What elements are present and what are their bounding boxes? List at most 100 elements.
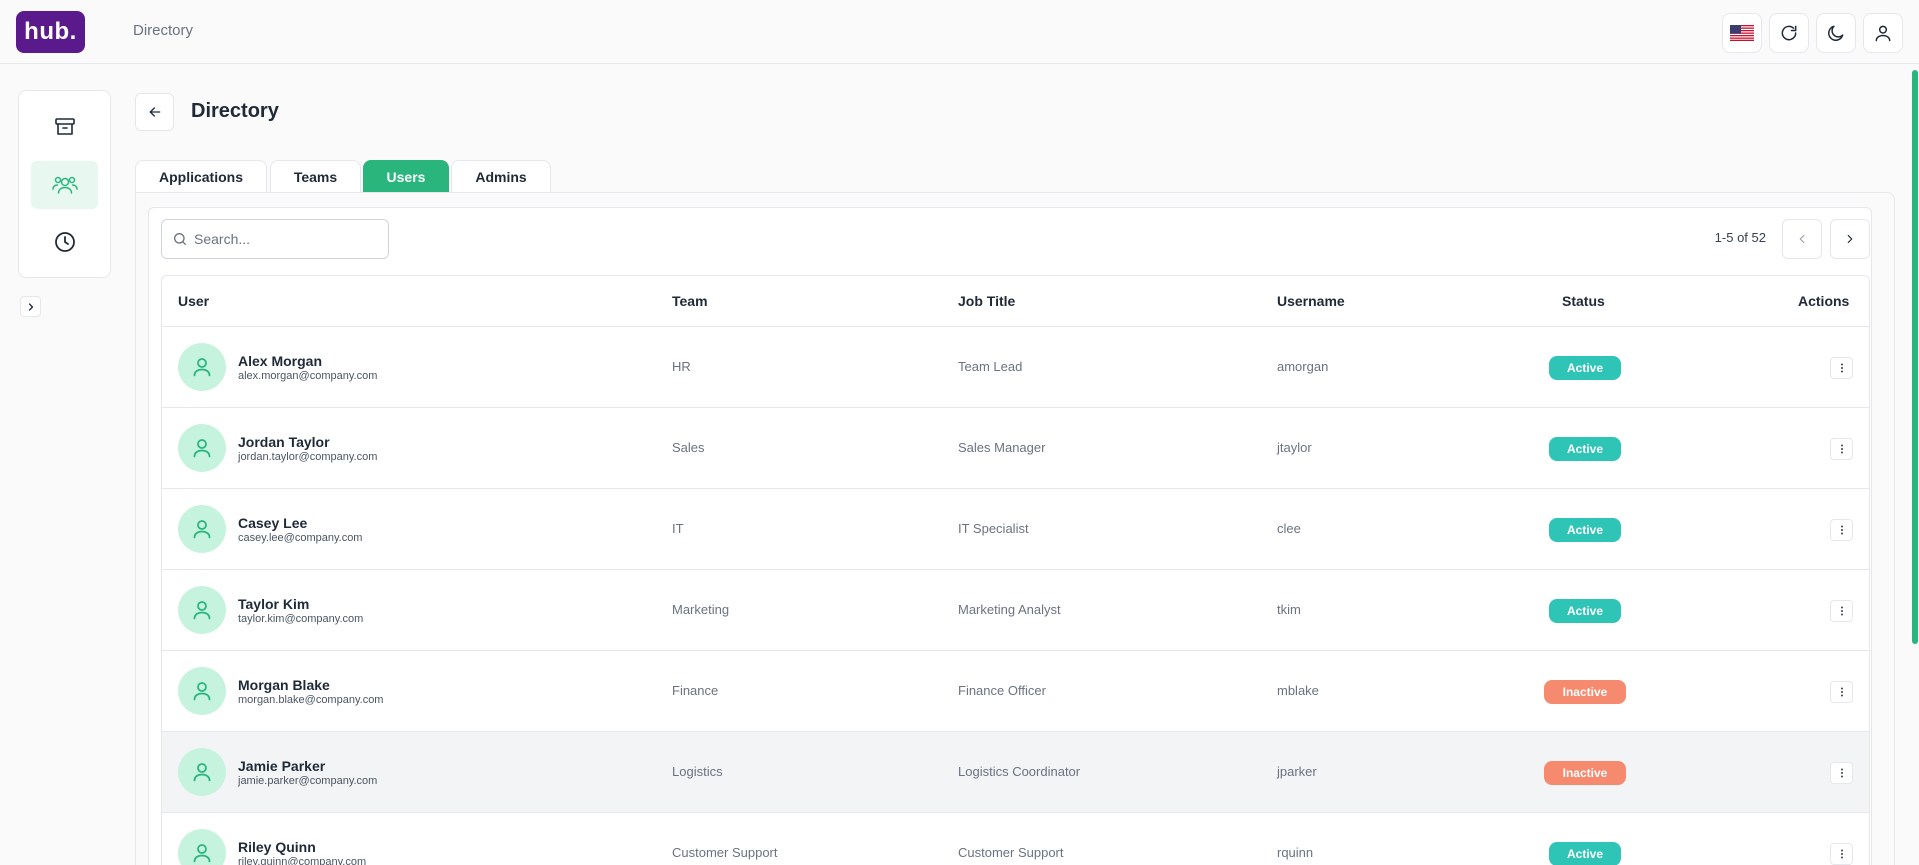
tab-teams[interactable]: Teams — [270, 160, 361, 193]
users-table: User Team Job Title Username Status Acti… — [161, 275, 1870, 865]
arrow-left-icon — [149, 107, 160, 117]
status-badge: Active — [1549, 356, 1621, 380]
user-name: Riley Quinn — [238, 839, 316, 855]
pagination-label: 1-5 of 52 — [1714, 230, 1766, 245]
user-username: amorgan — [1277, 359, 1329, 374]
profile-button[interactable] — [1863, 13, 1903, 53]
user-email: riley.quinn@company.com — [238, 856, 367, 865]
avatar — [178, 586, 226, 634]
user-email: casey.lee@company.com — [238, 532, 363, 544]
refresh-button[interactable] — [1769, 13, 1809, 53]
user-job-title: Logistics Coordinator — [958, 764, 1081, 779]
column-header-username: Username — [1277, 293, 1345, 309]
scrollbar-thumb[interactable] — [1912, 70, 1918, 644]
user-name: Morgan Blake — [238, 677, 330, 693]
sidebar — [18, 90, 111, 278]
row-actions-button[interactable] — [1830, 843, 1853, 865]
user-team: Sales — [672, 440, 705, 455]
table-row[interactable]: Jamie Parker jamie.parker@company.com Logi… — [162, 732, 1869, 813]
row-actions-button[interactable] — [1830, 519, 1853, 541]
column-header-user: User — [178, 293, 210, 309]
row-actions-button[interactable] — [1830, 357, 1853, 379]
table-header: User Team Job Title Username Status Acti… — [162, 276, 1869, 327]
user-team: Marketing — [672, 602, 730, 617]
tab-applications[interactable]: Applications — [135, 160, 267, 193]
user-email: jordan.taylor@company.com — [238, 451, 378, 463]
user-team: IT — [672, 521, 684, 536]
top-bar: hub. Directory — [0, 0, 1919, 64]
row-actions-button[interactable] — [1830, 762, 1853, 784]
moon-icon — [1828, 25, 1844, 41]
user-name: Alex Morgan — [238, 353, 323, 369]
user-avatar-icon — [193, 844, 211, 863]
next-page-button[interactable] — [1830, 219, 1870, 259]
archive-icon — [54, 118, 75, 135]
user-username: jtaylor — [1277, 440, 1312, 455]
chevron-right-icon — [28, 302, 33, 311]
table-row[interactable]: Morgan Blake morgan.blake@company.com Fina… — [162, 651, 1869, 732]
user-avatar-icon — [193, 763, 211, 782]
tab-admins[interactable]: Admins — [451, 160, 551, 193]
table-row[interactable]: Casey Lee casey.lee@company.com IT IT Speci… — [162, 489, 1869, 570]
user-avatar-icon — [193, 601, 211, 620]
column-header-job-title: Job Title — [958, 293, 1016, 309]
tab-users[interactable]: Users — [363, 160, 449, 193]
user-job-title: Marketing Analyst — [958, 602, 1061, 617]
more-vertical-icon — [1840, 363, 1843, 373]
user-name: Jordan Taylor — [238, 434, 330, 450]
more-vertical-icon — [1840, 768, 1843, 778]
language-button[interactable] — [1722, 13, 1762, 53]
avatar — [178, 424, 226, 472]
row-actions-button[interactable] — [1830, 600, 1853, 622]
status-badge: Active — [1549, 599, 1621, 623]
user-email: jamie.parker@company.com — [238, 775, 378, 787]
user-team: Logistics — [672, 764, 723, 779]
back-button[interactable] — [135, 93, 174, 131]
page-scrollbar[interactable] — [1911, 64, 1919, 865]
user-avatar-icon — [193, 520, 211, 539]
user-team: Customer Support — [672, 845, 778, 860]
table-row[interactable]: Riley Quinn riley.quinn@company.com Custom… — [162, 813, 1869, 865]
user-username: jparker — [1277, 764, 1317, 779]
user-avatar-icon — [193, 439, 211, 458]
chevron-left-icon — [1799, 234, 1805, 244]
row-actions-button[interactable] — [1830, 438, 1853, 460]
user-avatar-icon — [193, 358, 211, 377]
status-badge: Inactive — [1544, 761, 1626, 785]
status-badge: Active — [1549, 842, 1621, 865]
clock-icon — [54, 232, 75, 252]
user-email: morgan.blake@company.com — [238, 694, 384, 706]
search-icon — [174, 233, 186, 245]
user-email: alex.morgan@company.com — [238, 370, 378, 382]
sidebar-item-users[interactable] — [31, 161, 98, 209]
table-row[interactable]: Taylor Kim taylor.kim@company.com Marketin… — [162, 570, 1869, 651]
user-avatar-icon — [193, 682, 211, 701]
more-vertical-icon — [1840, 606, 1843, 616]
row-actions-button[interactable] — [1830, 681, 1853, 703]
user-job-title: IT Specialist — [958, 521, 1029, 536]
avatar — [178, 667, 226, 715]
user-username: mblake — [1277, 683, 1319, 698]
avatar — [178, 748, 226, 796]
more-vertical-icon — [1840, 525, 1843, 535]
sidebar-item-history[interactable] — [31, 218, 98, 266]
table-row[interactable]: Alex Morgan alex.morgan@company.com HR Team… — [162, 327, 1869, 408]
user-email: taylor.kim@company.com — [238, 613, 364, 625]
page-title: Directory — [191, 100, 279, 122]
theme-toggle-button[interactable] — [1816, 13, 1856, 53]
user-username: clee — [1277, 521, 1301, 536]
user-name: Jamie Parker — [238, 758, 326, 774]
users-icon — [51, 176, 78, 194]
chevron-right-icon — [1847, 234, 1853, 244]
table-row[interactable]: Jordan Taylor jordan.taylor@company.com Sa… — [162, 408, 1869, 489]
hub-logo[interactable]: hub. — [16, 11, 85, 53]
status-badge: Active — [1549, 518, 1621, 542]
sidebar-item-archive[interactable] — [31, 103, 98, 151]
more-vertical-icon — [1840, 687, 1843, 697]
user-job-title: Sales Manager — [958, 440, 1046, 455]
user-name: Casey Lee — [238, 515, 308, 531]
sidebar-expand-button[interactable] — [20, 296, 41, 317]
search-input[interactable] — [194, 228, 384, 250]
search-box[interactable] — [161, 219, 389, 259]
previous-page-button[interactable] — [1782, 219, 1822, 259]
